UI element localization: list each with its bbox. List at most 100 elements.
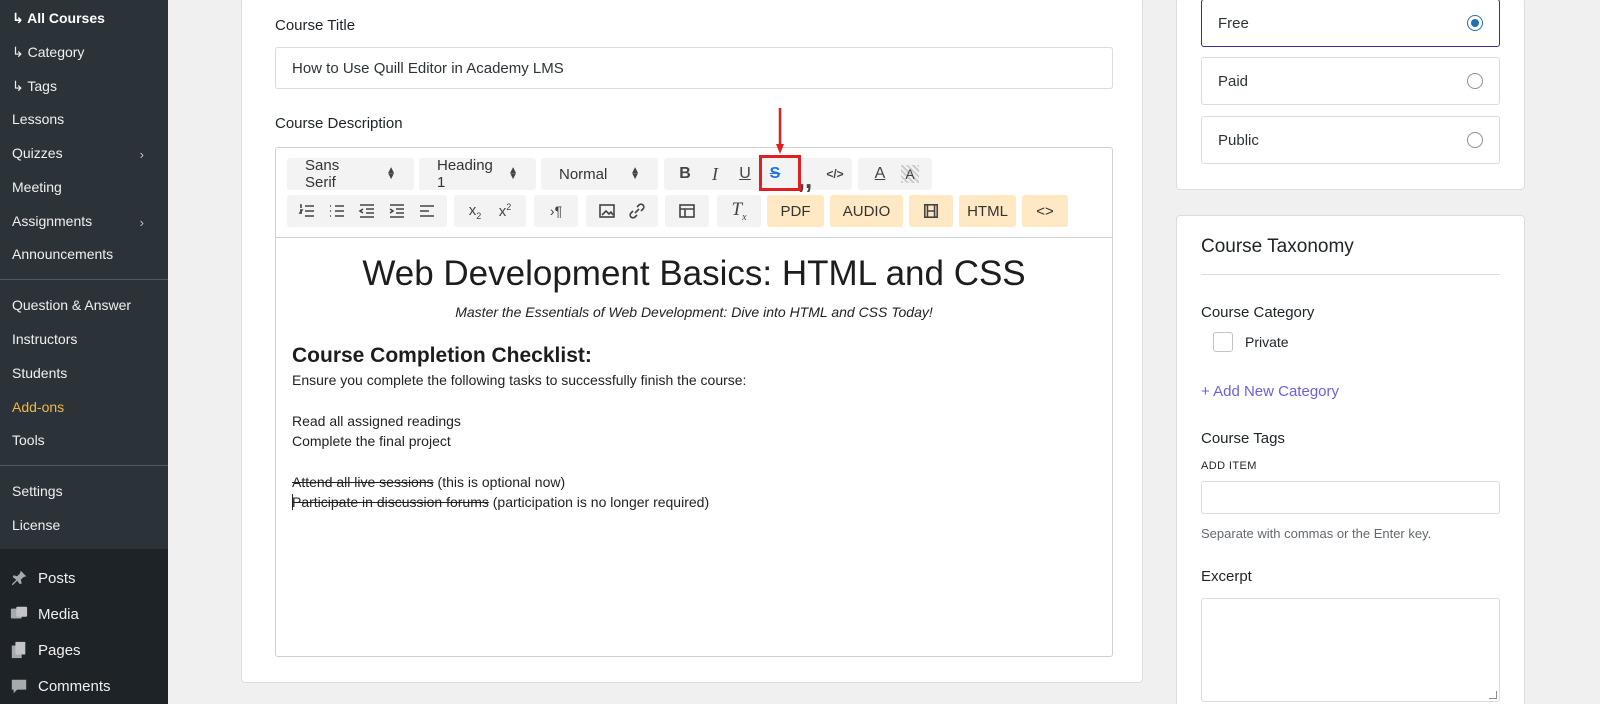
course-title-label: Course Title	[275, 17, 356, 34]
clear-format-button[interactable]: Tx	[724, 195, 754, 227]
add-item-label: ADD ITEM	[1201, 460, 1257, 472]
sidebar-item-all-courses[interactable]: ↳ All Courses	[12, 10, 105, 27]
task-item: Participate in discussion forums (partic…	[292, 494, 709, 510]
sidebar-item-announcements[interactable]: Announcements	[12, 246, 113, 262]
align-left-icon	[420, 205, 434, 217]
video-button[interactable]	[909, 195, 953, 227]
font-select[interactable]: Sans Serif ▲ ▼	[287, 157, 414, 191]
tags-hint: Separate with commas or the Enter key.	[1201, 526, 1432, 541]
superscript-button[interactable]: x2	[490, 195, 520, 227]
header-select[interactable]: Heading 1 ▲ ▼	[419, 157, 536, 191]
color-group: A A	[858, 158, 932, 190]
header-select-value: Heading 1	[437, 157, 493, 191]
subscript-button[interactable]: x2	[460, 195, 490, 227]
resize-handle-icon[interactable]	[1489, 691, 1497, 699]
nav-comments[interactable]: Comments	[10, 677, 111, 695]
sidebar-item-question-answer[interactable]: Question & Answer	[12, 297, 131, 313]
sidebar-item-meeting[interactable]: Meeting	[12, 179, 62, 195]
code-icon: </>	[826, 167, 844, 181]
sidebar-item-license[interactable]: License	[12, 517, 60, 533]
nav-pages[interactable]: Pages	[10, 641, 81, 659]
task-item: Attend all live sessions (this is option…	[292, 474, 565, 490]
category-checkbox[interactable]	[1213, 332, 1233, 352]
sidebar-item-lessons[interactable]: Lessons	[12, 111, 64, 127]
divider	[1201, 274, 1500, 275]
course-category-label: Course Category	[1201, 304, 1315, 321]
task-note: (this is optional now)	[433, 474, 566, 490]
select-arrows-icon: ▲ ▼	[508, 165, 518, 182]
format-group: B I U S ,, </>	[664, 158, 852, 192]
sidebar-item-students[interactable]: Students	[12, 365, 67, 381]
pdf-label: PDF	[780, 202, 811, 220]
sidebar-item-label: Assignments	[12, 213, 93, 229]
text-color-button[interactable]: A	[865, 158, 895, 190]
font-select-value: Sans Serif	[305, 157, 340, 191]
taxonomy-title: Course Taxonomy	[1201, 236, 1354, 257]
align-button[interactable]	[412, 195, 442, 227]
sidebar-item-instructors[interactable]: Instructors	[12, 331, 77, 347]
media-group	[586, 195, 658, 227]
code-view-button[interactable]: <>	[1022, 195, 1068, 227]
code-block-button[interactable]: </>	[820, 158, 850, 190]
superscript-icon: x2	[498, 202, 512, 220]
indent-button[interactable]	[382, 195, 412, 227]
sidebar-item-tags[interactable]: ↳ Tags	[12, 78, 57, 95]
sidebar-item-settings[interactable]: Settings	[12, 483, 63, 499]
pricing-option-label: Paid	[1218, 72, 1249, 90]
radio-icon[interactable]	[1467, 132, 1483, 148]
sidebar-item-tools[interactable]: Tools	[12, 432, 45, 448]
table-button[interactable]	[672, 195, 702, 227]
nav-posts[interactable]: Posts	[10, 569, 76, 587]
tags-input[interactable]	[1201, 481, 1500, 514]
bullet-list-button[interactable]	[322, 195, 352, 227]
text-direction-button[interactable]: ›¶	[541, 195, 571, 227]
comment-icon	[11, 679, 27, 694]
sidebar-item-assignments[interactable]: Assignments ›	[12, 213, 156, 230]
annotation-highlight-box	[759, 155, 801, 191]
pricing-option-label: Public	[1218, 131, 1259, 149]
video-icon	[923, 203, 939, 219]
link-button[interactable]	[622, 195, 652, 227]
course-description-label: Course Description	[275, 115, 403, 132]
chevron-right-icon: ›	[139, 215, 144, 230]
sidebar-item-category[interactable]: ↳ Category	[12, 44, 84, 61]
select-arrows-icon: ▲ ▼	[630, 165, 640, 182]
bold-button[interactable]: B	[670, 158, 700, 190]
outdent-button[interactable]	[352, 195, 382, 227]
clear-format-icon: Tx	[731, 199, 747, 223]
size-select[interactable]: Normal ▲ ▼	[541, 158, 658, 190]
image-button[interactable]	[592, 195, 622, 227]
task-item: Complete the final project	[292, 433, 451, 449]
course-title-input[interactable]: How to Use Quill Editor in Academy LMS	[275, 47, 1113, 89]
checklist-heading: Course Completion Checklist:	[292, 344, 592, 367]
add-new-category-link[interactable]: + Add New Category	[1201, 383, 1339, 400]
nav-label: Posts	[38, 569, 76, 587]
ordered-list-button[interactable]	[292, 195, 322, 227]
sidebar-item-add-ons[interactable]: Add-ons	[12, 399, 64, 415]
html-button[interactable]: HTML	[959, 195, 1016, 227]
pricing-option-free[interactable]: Free	[1201, 0, 1500, 47]
pricing-option-paid[interactable]: Paid	[1201, 57, 1500, 105]
italic-button[interactable]: I	[700, 158, 730, 190]
sidebar-item-quizzes[interactable]: Quizzes ›	[12, 145, 156, 162]
outdent-icon	[358, 204, 374, 218]
pricing-option-public[interactable]: Public	[1201, 116, 1500, 164]
table-group	[665, 195, 709, 227]
radio-icon[interactable]	[1467, 73, 1483, 89]
underline-button[interactable]: U	[730, 158, 760, 190]
pdf-button[interactable]: PDF	[767, 195, 824, 227]
background-color-button[interactable]: A	[901, 165, 919, 183]
task-note: (participation is no longer required)	[488, 494, 710, 510]
excerpt-textarea[interactable]	[1201, 598, 1500, 702]
nav-label: Pages	[38, 641, 81, 659]
list-group	[287, 195, 447, 227]
radio-selected-icon[interactable]	[1467, 15, 1483, 31]
course-taxonomy-card: Course Taxonomy Course Category Private …	[1176, 215, 1525, 704]
task-item: Read all assigned readings	[292, 413, 461, 429]
sidebar-divider	[0, 465, 168, 466]
clean-group: Tx	[717, 195, 761, 227]
subscript-icon: x2	[468, 201, 482, 221]
audio-button[interactable]: AUDIO	[830, 195, 903, 227]
course-details-card: Course Title How to Use Quill Editor in …	[241, 0, 1143, 683]
nav-media[interactable]: Media	[10, 605, 79, 623]
